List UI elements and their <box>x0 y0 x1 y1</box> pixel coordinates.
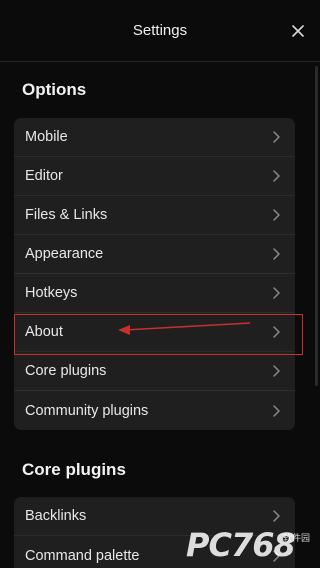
settings-item-editor[interactable]: Editor <box>14 157 295 196</box>
settings-item-hotkeys[interactable]: Hotkeys <box>14 274 295 313</box>
watermark-subtext: 软件园 <box>283 533 311 543</box>
settings-item-core-plugins[interactable]: Core plugins <box>14 352 295 391</box>
settings-screen: Settings Options Mobile Editor Files & L… <box>0 0 320 568</box>
page-title: Settings <box>132 22 188 39</box>
chevron-right-icon <box>273 404 280 417</box>
settings-item-label: Community plugins <box>25 402 149 419</box>
settings-item-label: Backlinks <box>25 508 87 524</box>
settings-header: Settings <box>0 0 320 62</box>
chevron-right-icon <box>273 131 280 143</box>
settings-item-appearance[interactable]: Appearance <box>14 235 295 274</box>
settings-item-label: Appearance <box>25 246 104 262</box>
section-title-options: Options <box>22 80 87 99</box>
chevron-right-icon <box>273 510 280 522</box>
settings-item-community-plugins[interactable]: Community plugins <box>14 391 295 430</box>
section-title-core-plugins: Core plugins <box>22 460 126 479</box>
settings-item-about[interactable]: About <box>14 313 295 352</box>
chevron-right-icon <box>273 209 280 221</box>
scrollbar[interactable] <box>315 66 318 386</box>
chevron-right-icon <box>273 170 280 182</box>
settings-item-label: Hotkeys <box>25 285 78 301</box>
chevron-right-icon <box>273 365 280 377</box>
settings-item-label: Core plugins <box>25 363 107 379</box>
chevron-right-icon <box>273 326 280 338</box>
settings-item-label: Files & Links <box>25 207 108 223</box>
settings-item-label: Mobile <box>25 129 68 145</box>
close-button[interactable] <box>288 21 308 41</box>
options-group: Mobile Editor Files & Links Appearance H… <box>14 118 295 430</box>
settings-item-label: Editor <box>25 168 63 184</box>
close-icon <box>292 25 304 37</box>
settings-item-label: Command palette <box>25 547 140 564</box>
chevron-right-icon <box>273 287 280 299</box>
settings-item-mobile[interactable]: Mobile <box>14 118 295 157</box>
chevron-right-icon <box>273 248 280 260</box>
settings-item-files-links[interactable]: Files & Links <box>14 196 295 235</box>
settings-item-label: About <box>25 324 63 340</box>
